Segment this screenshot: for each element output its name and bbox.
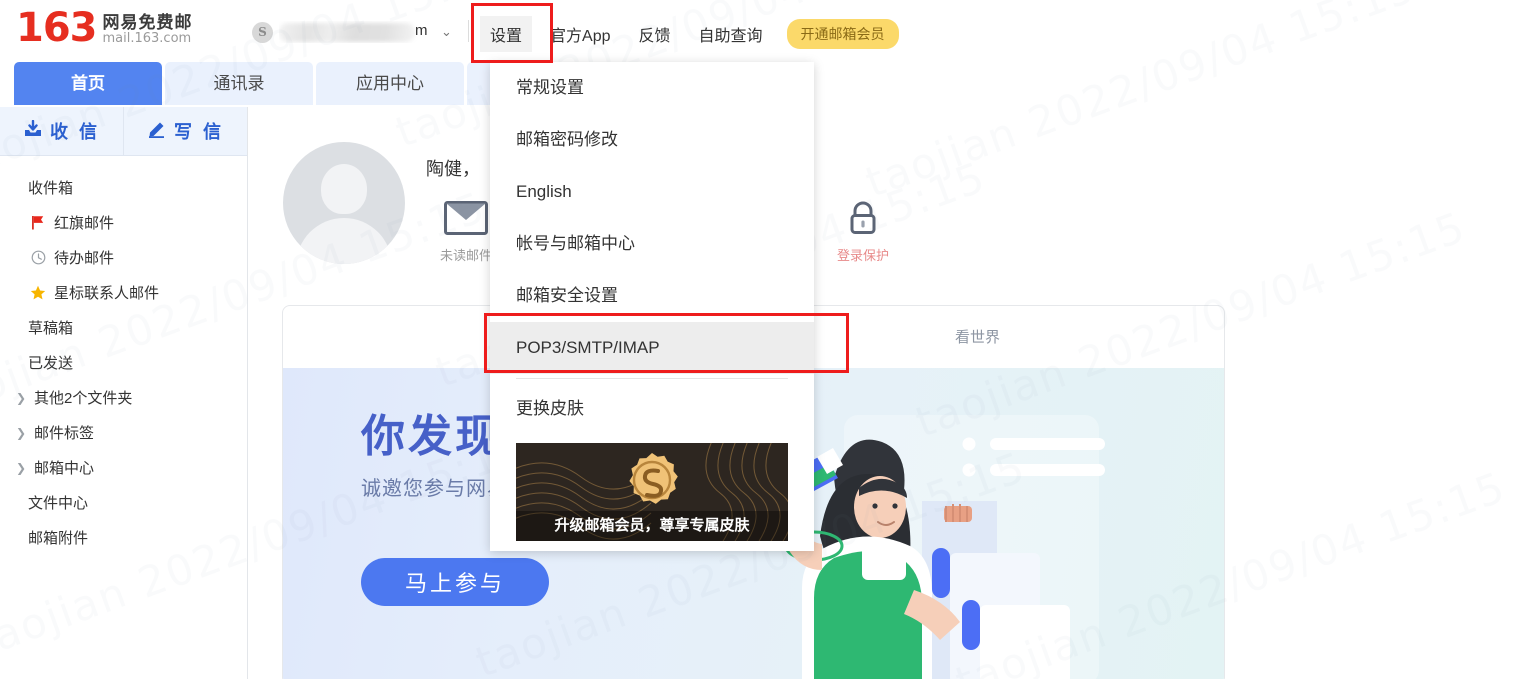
sidebar-item-flagged[interactable]: 红旗邮件 [0, 205, 247, 240]
receive-mail-button[interactable]: 收 信 [0, 107, 123, 155]
logo-domain: mail.163.com [102, 31, 192, 46]
mail-app-window: 163 网易免费邮 mail.163.com S m ⌄ 设置 官方App 反馈… [0, 0, 1519, 679]
sidebar-item-label: 星标联系人邮件 [54, 285, 160, 302]
top-bar: 163 网易免费邮 mail.163.com S m ⌄ 设置 官方App 反馈… [0, 0, 1519, 62]
menu-item-mailbox-security[interactable]: 邮箱安全设置 [490, 270, 814, 322]
account-selector[interactable]: S m ⌄ [252, 18, 452, 46]
stat-label: 登录保护 [836, 248, 889, 263]
promo-caption: 升级邮箱会员，尊享专属皮肤 [516, 511, 788, 541]
site-logo[interactable]: 163 网易免费邮 mail.163.com [16, 8, 193, 48]
lock-icon [803, 195, 923, 241]
receive-mail-label: 收 信 [49, 122, 100, 142]
card-tab-world[interactable]: 看世界 [955, 326, 1000, 347]
vip-coin-icon [629, 453, 678, 504]
banner-cta-button[interactable]: 马上参与 [361, 558, 549, 606]
logo-name-cn: 网易免费邮 [102, 13, 193, 32]
sidebar-item-label: 红旗邮件 [54, 215, 115, 232]
sidebar-item-starred-contacts[interactable]: 星标联系人邮件 [0, 275, 247, 310]
main-content: 陶健， 未读邮件 登录保护 看世界 你发现 马上参与 [248, 107, 1519, 679]
sidebar-item-label: 文件中心 [28, 495, 89, 512]
sidebar-item-other-folders[interactable]: ❯ 其他2个文件夹 [0, 380, 247, 415]
account-email: m [279, 21, 439, 43]
nav-item-feedback[interactable]: 反馈 [629, 16, 681, 52]
redacted-email-mask [279, 23, 415, 42]
vip-upgrade-button[interactable]: 开通邮箱会员 [786, 19, 899, 49]
topbar-divider [468, 20, 469, 42]
tab-app-center[interactable]: 应用中心 [316, 62, 464, 105]
menu-item-change-skin[interactable]: 更换皮肤 [490, 383, 814, 435]
folder-list: 收件箱 红旗邮件 待办邮件 星标联系人邮件 草稿箱 已发送 ❯ 其他2个文件夹 … [0, 156, 247, 555]
menu-divider [516, 378, 788, 379]
star-icon [28, 285, 48, 301]
menu-item-english[interactable]: English [490, 166, 814, 218]
greeting-text: 陶健， [426, 159, 480, 179]
sidebar-item-label: 草稿箱 [28, 320, 74, 337]
chevron-right-icon[interactable]: ❯ [16, 461, 32, 475]
sidebar-item-inbox[interactable]: 收件箱 [0, 170, 247, 205]
sidebar-item-todo[interactable]: 待办邮件 [0, 240, 247, 275]
avatar-body-shape [296, 218, 392, 264]
sidebar-actions: 收 信 写 信 [0, 107, 247, 156]
compose-mail-label: 写 信 [173, 122, 224, 142]
tab-contacts[interactable]: 通讯录 [165, 62, 313, 105]
sidebar-item-label: 收件箱 [28, 180, 74, 197]
chevron-down-icon[interactable]: ⌄ [441, 24, 452, 40]
sidebar-item-mail-center[interactable]: ❯ 邮箱中心 [0, 450, 247, 485]
account-email-tail: m [415, 22, 428, 39]
clock-icon [28, 250, 48, 265]
chevron-right-icon[interactable]: ❯ [16, 391, 32, 405]
nav-item-self-service[interactable]: 自助查询 [689, 16, 773, 52]
settings-dropdown-menu: 常规设置 邮箱密码修改 English 帐号与邮箱中心 邮箱安全设置 POP3/… [490, 62, 814, 551]
logo-text-block: 网易免费邮 mail.163.com [103, 13, 193, 46]
sidebar-item-label: 邮件标签 [34, 425, 95, 442]
avatar-head-shape [321, 164, 367, 214]
stat-login-protection[interactable]: 登录保护 [803, 195, 923, 264]
profile-section: 陶健， 未读邮件 登录保护 [248, 107, 1519, 297]
chevron-right-icon[interactable]: ❯ [16, 426, 32, 440]
sidebar-item-label: 已发送 [28, 355, 74, 372]
sidebar-item-file-center[interactable]: 文件中心 [0, 485, 247, 520]
logo-number: 163 [16, 5, 97, 51]
sidebar-item-drafts[interactable]: 草稿箱 [0, 310, 247, 345]
sidebar-item-label: 其他2个文件夹 [34, 390, 133, 407]
compose-mail-button[interactable]: 写 信 [123, 107, 247, 155]
pencil-compose-icon [147, 120, 167, 143]
sidebar: 收 信 写 信 收件箱 红旗邮件 待办邮件 星标联系人邮件 草稿箱 已发送 ❯ … [0, 107, 248, 679]
nav-item-official-app[interactable]: 官方App [540, 16, 620, 52]
banner-illustration [767, 415, 1105, 679]
sidebar-item-label: 邮箱附件 [28, 530, 89, 547]
sidebar-item-attachments[interactable]: 邮箱附件 [0, 520, 247, 555]
account-badge-icon: S [252, 21, 273, 43]
vip-skin-promo-banner[interactable]: 升级邮箱会员，尊享专属皮肤 [516, 443, 788, 541]
menu-item-general-settings[interactable]: 常规设置 [490, 62, 814, 114]
avatar[interactable] [283, 142, 405, 264]
menu-item-account-center[interactable]: 帐号与邮箱中心 [490, 218, 814, 270]
top-nav: 设置 官方App 反馈 自助查询 开通邮箱会员 [480, 16, 899, 52]
menu-item-pop3-smtp-imap[interactable]: POP3/SMTP/IMAP [490, 322, 814, 374]
tab-home[interactable]: 首页 [14, 62, 162, 105]
inbox-download-icon [23, 119, 43, 143]
menu-item-change-password[interactable]: 邮箱密码修改 [490, 114, 814, 166]
red-flag-icon [28, 215, 48, 230]
sidebar-item-label: 邮箱中心 [34, 460, 95, 477]
nav-item-settings[interactable]: 设置 [480, 16, 533, 52]
banner-headline: 你发现 [361, 412, 502, 461]
sidebar-item-sent[interactable]: 已发送 [0, 345, 247, 380]
sidebar-item-mail-tags[interactable]: ❯ 邮件标签 [0, 415, 247, 450]
sidebar-item-label: 待办邮件 [54, 250, 115, 267]
